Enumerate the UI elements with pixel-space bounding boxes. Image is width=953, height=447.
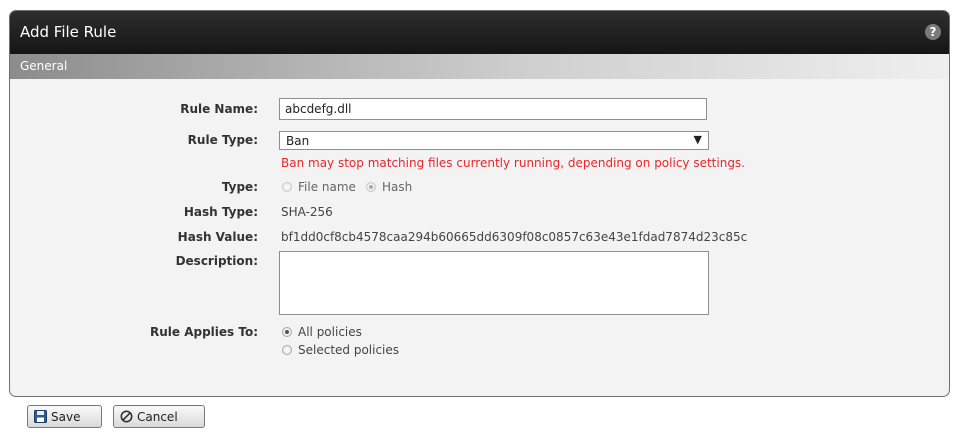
rule-type-label: Rule Type: — [187, 133, 258, 147]
rule-name-input[interactable] — [279, 98, 707, 120]
floppy-disk-icon — [34, 410, 47, 423]
description-textarea[interactable] — [279, 251, 709, 315]
hash-type-value: SHA-256 — [281, 205, 333, 219]
type-label: Type: — [221, 180, 258, 194]
rule-type-warning: Ban may stop matching files currently ru… — [281, 156, 745, 170]
add-file-rule-dialog: Add File Rule ? General Rule Name: Rule … — [9, 10, 950, 397]
save-button[interactable]: Save — [27, 405, 102, 428]
applies-selected-policies-radio[interactable] — [282, 345, 292, 355]
section-title: General — [20, 59, 68, 73]
cancel-button-label: Cancel — [137, 410, 178, 424]
rule-type-selected-value: Ban — [286, 134, 310, 148]
hash-type-label: Hash Type: — [183, 205, 258, 219]
cancel-circle-icon — [120, 410, 133, 423]
general-section-header: General — [10, 54, 949, 79]
hash-value-text: bf1dd0cf8cb4578caa294b60665dd6309f08c085… — [281, 230, 748, 244]
dropdown-arrow-icon: ▼ — [693, 133, 702, 146]
help-icon[interactable]: ? — [925, 24, 941, 40]
applies-all-policies-radio[interactable] — [282, 327, 292, 337]
type-filename-label: File name — [298, 180, 356, 194]
applies-selected-policies-label: Selected policies — [298, 343, 400, 357]
type-hash-label: Hash — [382, 180, 413, 194]
applies-all-policies-label: All policies — [298, 325, 362, 339]
dialog-title-bar: Add File Rule ? — [10, 11, 949, 54]
hash-value-label: Hash Value: — [177, 230, 258, 244]
dialog-title: Add File Rule — [20, 23, 117, 41]
type-filename-radio[interactable] — [282, 182, 292, 192]
save-button-label: Save — [51, 410, 81, 424]
rule-name-label: Rule Name: — [180, 102, 258, 116]
type-hash-radio[interactable] — [366, 182, 376, 192]
description-label: Description: — [175, 254, 258, 268]
cancel-button[interactable]: Cancel — [113, 405, 205, 428]
rule-applies-to-label: Rule Applies To: — [150, 325, 258, 339]
rule-type-select[interactable]: Ban ▼ — [279, 131, 709, 150]
